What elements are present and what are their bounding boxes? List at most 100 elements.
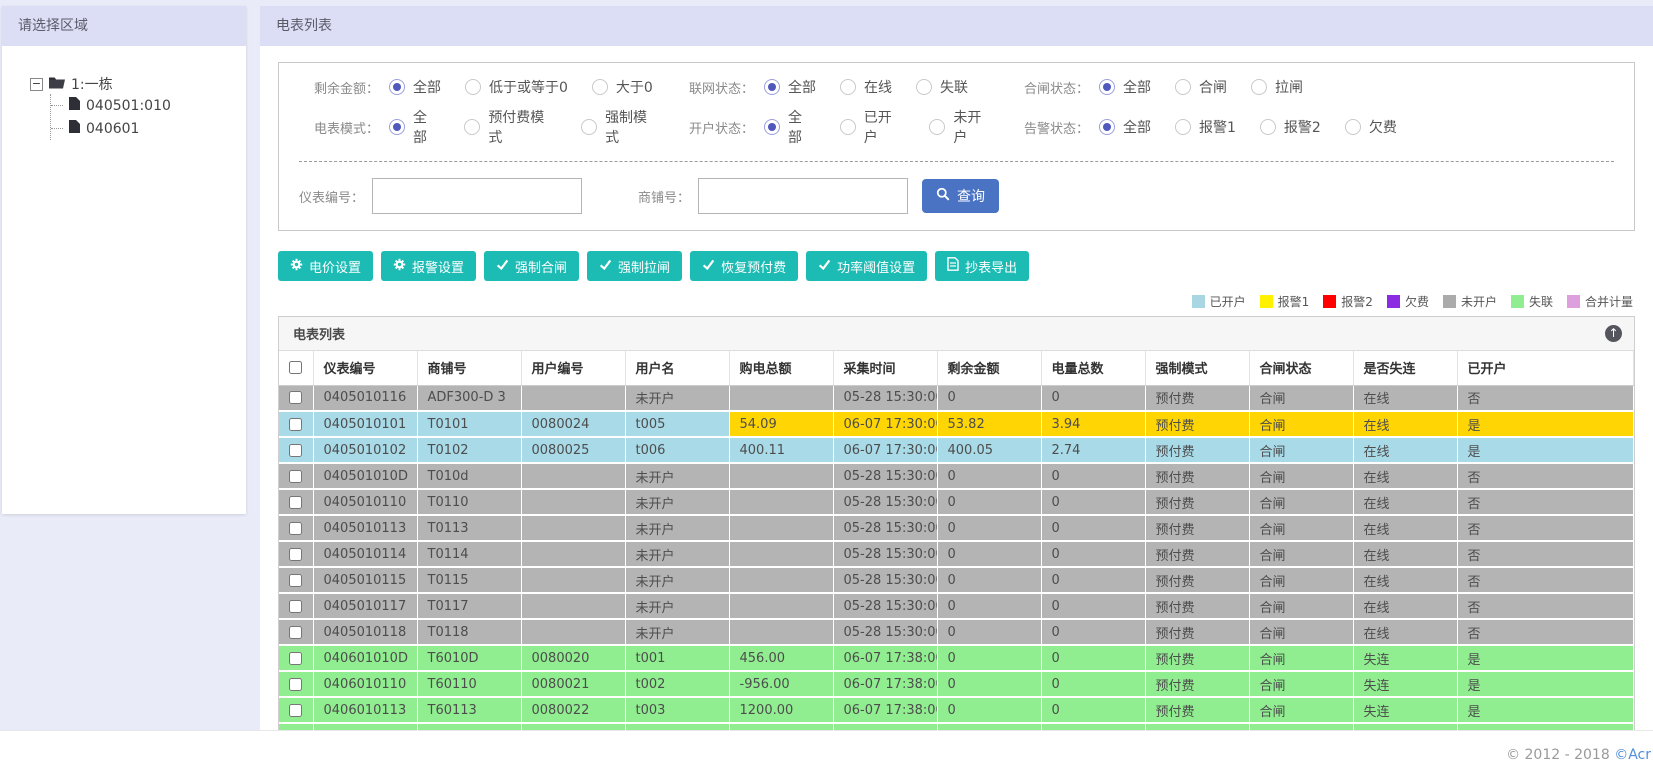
强制拉闸-button[interactable]: 强制拉闸 (587, 251, 683, 281)
table-cell: 未开户 (625, 463, 730, 490)
table-row[interactable]: 0406010113 T60113 0080022 t003 1200.00 06-07 … (279, 697, 1634, 724)
radio-option[interactable]: 全部 (389, 77, 441, 97)
table-cell: T010d (417, 463, 522, 490)
table-cell: T0118 (417, 619, 522, 646)
action-button-label: 强制合闸 (515, 260, 568, 276)
radio-button-icon[interactable] (389, 79, 405, 95)
row-checkbox[interactable] (289, 625, 303, 639)
row-checkbox[interactable] (289, 573, 303, 587)
row-checkbox[interactable] (289, 495, 303, 509)
radio-button-icon[interactable] (1251, 79, 1267, 95)
table-row[interactable]: 040501010D T010d 未开户 05-28 15:30:00 0 0 预付费 合闸在… (279, 463, 1634, 490)
radio-button-icon[interactable] (1175, 79, 1191, 95)
radio-option-label: 拉闸 (1275, 80, 1303, 96)
radio-option[interactable]: 全部 (764, 77, 816, 97)
row-checkbox[interactable] (289, 391, 303, 405)
row-checkbox[interactable] (289, 547, 303, 561)
radio-option[interactable]: 全部 (1099, 117, 1151, 137)
强制合闸-button[interactable]: 强制合闸 (484, 251, 580, 281)
radio-option[interactable]: 预付费模式 (464, 107, 557, 147)
radio-option[interactable]: 强制模式 (581, 107, 660, 147)
radio-option[interactable]: 已开户 (839, 107, 906, 147)
radio-option[interactable]: 拉闸 (1251, 77, 1303, 97)
radio-option[interactable]: 欠费 (1344, 117, 1397, 137)
query-button[interactable]: 查询 (922, 179, 1000, 213)
table-row[interactable]: 040601010D T6010D 0080020 t001 456.00 06-07 1… (279, 645, 1634, 672)
table-row[interactable]: 0405010114 T0114 未开户 05-28 15:30:00 0 0 预付费 合闸在… (279, 541, 1634, 568)
table-row[interactable]: 0405010101 T0101 0080024 t005 54.09 06-07 17:… (279, 411, 1634, 438)
row-checkbox[interactable] (289, 469, 303, 483)
table-row[interactable]: 0405010115 T0115 未开户 05-28 15:30:00 0 0 预付费 合闸在… (279, 567, 1634, 594)
恢复预付费-button[interactable]: 恢复预付费 (690, 251, 799, 281)
电价设置-button[interactable]: 电价设置 (278, 251, 374, 281)
radio-button-icon[interactable] (1099, 79, 1115, 95)
collapse-panel-icon[interactable]: ↑ (1605, 325, 1622, 342)
tree-root-node[interactable]: − 1:一栋 (30, 74, 246, 94)
table-cell: 未开户 (625, 619, 730, 646)
抄表导出-button[interactable]: 抄表导出 (935, 251, 1030, 281)
meter-no-input[interactable] (372, 178, 583, 214)
radio-button-icon[interactable] (1175, 119, 1191, 135)
collapse-toggle-icon[interactable]: − (30, 77, 43, 91)
table-cell: 0 (1041, 723, 1146, 730)
table-cell: t006 (625, 437, 730, 464)
radio-option[interactable]: 大于0 (591, 77, 653, 97)
table-cell: 54.09 (729, 411, 834, 438)
table-cell: 在线 (1353, 437, 1458, 464)
table-row[interactable]: 0406010114T601140080021t002600.0006-07 1… (279, 723, 1634, 730)
radio-button-icon[interactable] (1099, 119, 1115, 135)
table-cell: 是 (1457, 697, 1634, 724)
radio-button-icon[interactable] (591, 79, 608, 95)
tree-leaf-node[interactable]: 040601 (51, 117, 246, 140)
table-row[interactable]: 0405010117 T0117 未开户 05-28 15:30:00 0 0 预付费 合闸在… (279, 593, 1634, 620)
table-row[interactable]: 0405010118 T0118 未开户 05-28 15:30:00 0 0 预付费 合闸在… (279, 619, 1634, 646)
radio-option[interactable]: 全部 (1099, 77, 1151, 97)
table-row[interactable]: 0406010110 T60110 0080021 t002 -956.00 06-07 … (279, 671, 1634, 698)
功率阈值设置-button[interactable]: 功率阈值设置 (806, 251, 928, 281)
row-checkbox[interactable] (289, 417, 303, 431)
table-row[interactable]: 0405010116 ADF300-D 3 未开户 05-28 15:30:00 0 0 预… (279, 385, 1634, 412)
radio-button-icon[interactable] (839, 119, 856, 135)
row-checkbox[interactable] (289, 599, 303, 613)
radio-button-icon[interactable] (464, 119, 481, 135)
radio-button-icon[interactable] (581, 119, 598, 135)
radio-option[interactable]: 全部 (389, 107, 440, 147)
radio-button-icon[interactable] (389, 119, 405, 135)
filter-group-label: 联网状态： (688, 81, 754, 97)
table-row[interactable]: 0405010102 T0102 0080025 t006 400.11 06-07 17… (279, 437, 1634, 464)
table-cell: 预付费 (1145, 411, 1250, 438)
row-checkbox[interactable] (289, 677, 303, 691)
row-checkbox[interactable] (289, 443, 303, 457)
copyright-link[interactable]: ©Acr (1614, 747, 1651, 763)
radio-option[interactable]: 未开户 (929, 107, 995, 147)
radio-option[interactable]: 合闸 (1175, 77, 1227, 97)
table-header-row: 仪表编号 商铺号 用户编号 用户名 购电总额 采集时间 剩余金额 电量总数 强制模式 合闸状态 是否… (279, 351, 1634, 386)
radio-option[interactable]: 失联 (916, 77, 968, 97)
table-cell (521, 385, 626, 412)
radio-button-icon[interactable] (1259, 119, 1276, 135)
shop-no-input[interactable] (698, 178, 909, 214)
table-row[interactable]: 0405010110 T0110 未开户 05-28 15:30:00 0 0 预付费 合闸在… (279, 489, 1634, 516)
table-row[interactable]: 0405010113 T0113 未开户 05-28 15:30:00 0 0 预付费 合闸在… (279, 515, 1634, 542)
radio-option[interactable]: 全部 (764, 107, 816, 147)
radio-button-icon[interactable] (764, 79, 780, 95)
table-cell: 0 (937, 385, 1042, 412)
radio-button-icon[interactable] (1344, 119, 1361, 135)
radio-option[interactable]: 低于或等于0 (465, 77, 568, 97)
radio-button-icon[interactable] (465, 79, 481, 95)
radio-button-icon[interactable] (929, 119, 946, 135)
row-checkbox[interactable] (289, 703, 303, 717)
select-all-checkbox[interactable] (289, 361, 303, 375)
tree-leaf-node[interactable]: 040501:010 (51, 94, 246, 117)
radio-option[interactable]: 报警2 (1259, 117, 1321, 137)
报警设置-button[interactable]: 报警设置 (381, 251, 477, 281)
radio-button-icon[interactable] (840, 79, 856, 95)
row-checkbox[interactable] (289, 521, 303, 535)
radio-button-icon[interactable] (764, 119, 780, 135)
row-checkbox[interactable] (289, 651, 303, 665)
radio-option[interactable]: 在线 (840, 77, 892, 97)
radio-option[interactable]: 报警1 (1175, 117, 1236, 137)
radio-button-icon[interactable] (916, 79, 932, 95)
table-cell: 0 (1041, 567, 1146, 594)
filter-group-label: 电表模式： (313, 121, 379, 137)
